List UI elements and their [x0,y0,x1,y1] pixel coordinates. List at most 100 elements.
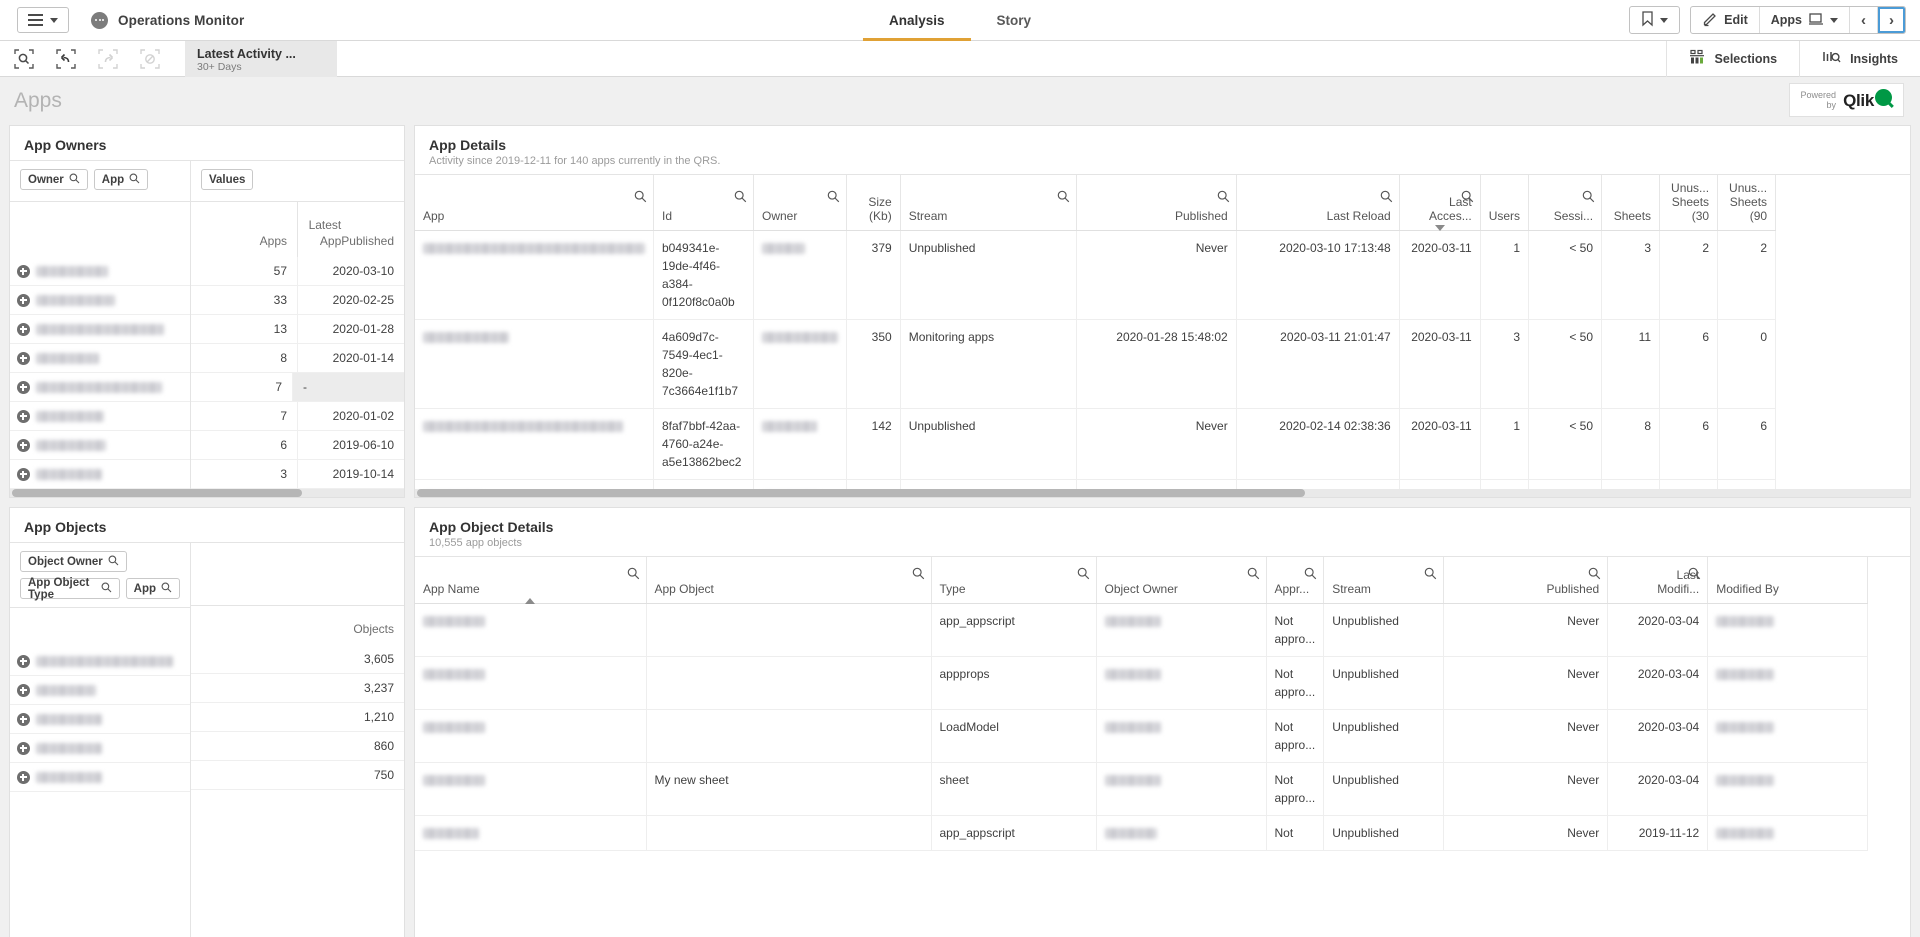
values-tag[interactable]: Values [201,169,253,190]
column-header[interactable]: Object Owner [1096,557,1266,603]
column-header[interactable]: LastModifi... [1608,557,1708,603]
table-row[interactable]: 8bc054f0-afa3-47a8-84fe-f39c71926a9f13,1… [415,480,1776,490]
column-search-icon[interactable] [627,567,640,583]
edit-button[interactable]: Edit [1691,7,1760,33]
column-header[interactable]: Type [931,557,1096,603]
expand-icon[interactable] [10,684,36,697]
expand-icon[interactable] [10,352,36,365]
column-header[interactable]: Sheets [1602,175,1660,231]
column-search-icon[interactable] [1380,190,1393,206]
table-row[interactable]: app_appscriptNotappro...UnpublishedNever… [415,603,1868,656]
pivot-row[interactable] [10,402,190,431]
column-header[interactable]: Owner [754,175,847,231]
selections-button[interactable]: Selections [1666,41,1800,77]
column-search-icon[interactable] [1247,567,1260,583]
expand-icon[interactable] [10,381,36,394]
column-header[interactable]: App [415,175,654,231]
pivot-row[interactable] [10,431,190,460]
column-header[interactable]: Stream [1324,557,1444,603]
expand-icon[interactable] [10,323,36,336]
column-header[interactable]: Id [654,175,754,231]
table-row[interactable]: LoadModelNotappro...UnpublishedNever2020… [415,709,1868,762]
pivot-row[interactable] [10,676,190,705]
column-search-icon[interactable] [1588,567,1601,583]
table-row[interactable]: 4a609d7c-7549-4ec1-820e-7c3664e1f1b7350M… [415,320,1776,409]
pivot-row[interactable] [10,763,190,792]
expand-icon[interactable] [10,655,36,668]
pivot-row[interactable] [10,705,190,734]
column-search-icon[interactable] [1461,190,1474,206]
app-owners-value-column: Values AppsLatest AppPublished 572020-03… [191,161,404,489]
dimension-tag-owner[interactable]: Owner [20,169,88,190]
pivot-row[interactable] [10,734,190,763]
pivot-row[interactable] [10,315,190,344]
column-search-icon[interactable] [1582,190,1595,206]
insights-button[interactable]: Insights [1799,41,1920,77]
pivot-row[interactable] [10,344,190,373]
column-header[interactable]: Size(Kb) [847,175,901,231]
column-header[interactable]: Unus...Sheets(30 [1660,175,1718,231]
selection-search-icon[interactable] [14,49,34,69]
column-search-icon[interactable] [827,190,840,206]
prev-sheet-button[interactable]: ‹ [1850,7,1878,33]
column-search-icon[interactable] [634,190,647,206]
expand-icon[interactable] [10,468,36,481]
bookmark-button[interactable] [1630,7,1679,33]
column-search-icon[interactable] [912,567,925,583]
clear-selections-icon[interactable] [140,49,160,69]
selection-chip-latest-activity[interactable]: Latest Activity ... 30+ Days [185,41,337,77]
expand-icon[interactable] [10,410,36,423]
apps-button[interactable]: Apps [1760,7,1850,33]
expand-icon[interactable] [10,265,36,278]
column-header[interactable]: LastAcces... [1399,175,1480,231]
column-header[interactable]: Users [1480,175,1528,231]
dimension-tag-app-object-type[interactable]: App Object Type [20,578,120,599]
column-header[interactable]: Published [1076,175,1236,231]
column-search-icon[interactable] [1304,567,1317,583]
cell-unused-sheets-90: 2 [1718,231,1776,320]
column-header[interactable]: Sessi... [1529,175,1602,231]
column-search-icon[interactable] [1077,567,1090,583]
pivot-row[interactable] [10,647,190,676]
pivot-row[interactable] [10,257,190,286]
column-header[interactable]: Appr... [1266,557,1324,603]
expand-icon[interactable] [10,742,36,755]
dimension-tag-app[interactable]: App [126,578,180,599]
table-row[interactable]: My new sheetsheetNotappro...UnpublishedN… [415,762,1868,815]
app-owners-dimension-column: Owner App [10,161,191,489]
next-sheet-button[interactable]: › [1878,7,1905,33]
column-header[interactable]: Stream [900,175,1076,231]
expand-icon[interactable] [10,771,36,784]
tab-analysis[interactable]: Analysis [863,0,971,41]
column-header[interactable]: Published [1444,557,1608,603]
table-row[interactable]: 8faf7bbf-42aa-4760-a24e-a5e13862bec2142U… [415,409,1776,480]
column-search-icon[interactable] [1057,190,1070,206]
expand-icon[interactable] [10,713,36,726]
pivot-row[interactable] [10,373,190,402]
column-search-icon[interactable] [1424,567,1437,583]
expand-icon[interactable] [10,294,36,307]
cell-users: 1 [1480,480,1528,490]
dimension-tag-object-owner[interactable]: Object Owner [20,551,127,572]
column-header[interactable]: Last Reload [1236,175,1399,231]
column-header[interactable]: App Name [415,557,646,603]
column-header[interactable]: Modified By [1708,557,1868,603]
main-menu-button[interactable] [17,7,69,33]
table-row[interactable]: app_appscriptNotUnpublishedNever2019-11-… [415,815,1868,850]
step-forward-icon[interactable] [98,49,118,69]
column-header[interactable]: App Object [646,557,931,603]
column-search-icon[interactable] [1217,190,1230,206]
expand-icon[interactable] [10,439,36,452]
tab-story[interactable]: Story [971,0,1058,41]
column-search-icon[interactable] [1688,567,1701,583]
table-row[interactable]: apppropsNotappro...UnpublishedNever2020-… [415,656,1868,709]
column-search-icon[interactable] [734,190,747,206]
step-back-icon[interactable] [56,49,76,69]
dimension-tag-app[interactable]: App [94,169,148,190]
pivot-row[interactable] [10,460,190,489]
table-row[interactable]: b049341e-19de-4f46-a384-0f120f8c0a0b379U… [415,231,1776,320]
app-details-hscrollbar[interactable] [415,489,1910,497]
app-owners-hscrollbar[interactable] [10,489,404,497]
column-header[interactable]: Unus...Sheets(90 [1718,175,1776,231]
pivot-row[interactable] [10,286,190,315]
